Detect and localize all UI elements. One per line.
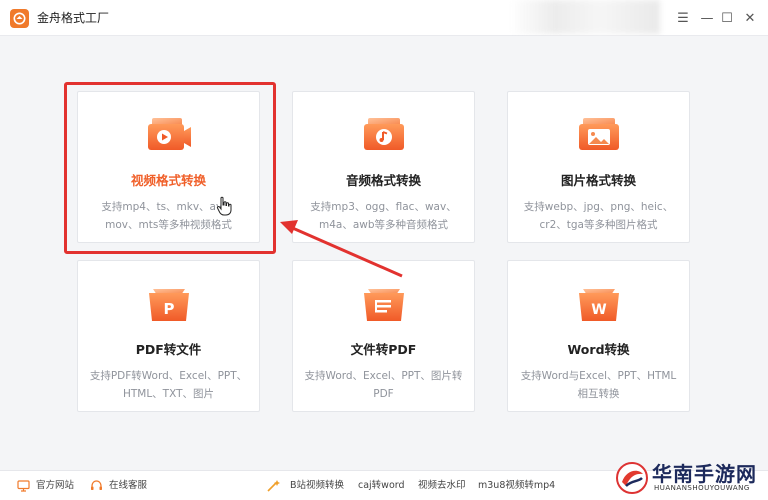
monitor-icon	[17, 480, 30, 492]
link-label: B站视频转换	[290, 480, 345, 491]
word-glyph: W	[591, 302, 606, 318]
pdf-convert-icon: P	[144, 283, 194, 327]
app-logo-icon	[10, 9, 29, 28]
link-bilibili-convert[interactable]: B站视频转换	[290, 479, 344, 493]
card-pdf-to-file[interactable]: P PDF转文件 支持PDF转Word、Excel、PPT、HTML、TXT、图…	[77, 260, 260, 412]
card-title: 文件转PDF	[350, 342, 417, 357]
minimize-button[interactable]: —	[697, 8, 717, 28]
link-label: m3u8视频转mp4	[478, 480, 556, 491]
online-support-link[interactable]: 在线客服	[90, 479, 147, 493]
watermark-logo-icon	[616, 462, 648, 494]
image-convert-icon	[574, 114, 624, 158]
card-word-convert[interactable]: W Word转换 支持Word与Excel、PPT、HTML相互转换	[507, 260, 690, 412]
official-website-label: 官方网站	[36, 480, 75, 491]
headset-icon	[91, 480, 102, 490]
file-to-pdf-icon	[359, 283, 409, 327]
audio-convert-icon	[359, 114, 409, 158]
link-label: 视频去水印	[418, 480, 466, 491]
card-title: PDF转文件	[135, 342, 202, 357]
link-remove-watermark[interactable]: 视频去水印	[418, 479, 466, 493]
card-title: Word转换	[567, 342, 630, 357]
annotation-arrow-icon	[280, 220, 403, 278]
app-title: 金舟格式工厂	[37, 11, 110, 25]
pdf-glyph: P	[163, 300, 174, 318]
maximize-button[interactable]: ☐	[717, 8, 737, 28]
site-watermark: 华南手游网 HUANANSHOUYOUWANG	[612, 458, 768, 500]
watermark-title: 华南手游网	[652, 462, 757, 486]
video-convert-icon	[144, 114, 194, 158]
sparkle-icon	[267, 480, 280, 492]
card-desc: 支持Word、Excel、PPT、图片转PDF	[304, 370, 463, 400]
link-m3u8-to-mp4[interactable]: m3u8视频转mp4	[478, 479, 555, 493]
online-support-label: 在线客服	[109, 480, 148, 491]
link-label: caj转word	[358, 480, 405, 491]
main-panel: 视频格式转换 支持mp4、ts、mkv、avi、mov、mts等多种视频格式 音…	[0, 36, 768, 470]
watermark-subtitle: HUANANSHOUYOUWANG	[654, 484, 750, 492]
title-bar: 金舟格式工厂 ☰ — ☐ ✕	[0, 0, 768, 36]
card-desc: 支持PDF转Word、Excel、PPT、HTML、TXT、图片	[89, 370, 248, 400]
official-website-link[interactable]: 官方网站	[17, 479, 74, 493]
word-convert-icon: W	[574, 283, 624, 327]
blurred-region	[510, 0, 660, 34]
card-desc: 支持Word与Excel、PPT、HTML相互转换	[520, 370, 677, 400]
card-image-convert[interactable]: 图片格式转换 支持webp、jpg、png、heic、cr2、tga等多种图片格…	[507, 91, 690, 243]
hand-cursor-icon	[216, 196, 232, 216]
card-title: 视频格式转换	[130, 173, 206, 188]
card-title: 音频格式转换	[345, 173, 421, 188]
card-video-convert[interactable]: 视频格式转换 支持mp4、ts、mkv、avi、mov、mts等多种视频格式	[77, 91, 260, 243]
link-caj-to-word[interactable]: caj转word	[358, 479, 405, 493]
menu-icon[interactable]: ☰	[673, 8, 693, 28]
close-button[interactable]: ✕	[740, 8, 760, 28]
card-title: 图片格式转换	[560, 173, 636, 188]
card-desc: 支持webp、jpg、png、heic、cr2、tga等多种图片格式	[523, 201, 674, 231]
